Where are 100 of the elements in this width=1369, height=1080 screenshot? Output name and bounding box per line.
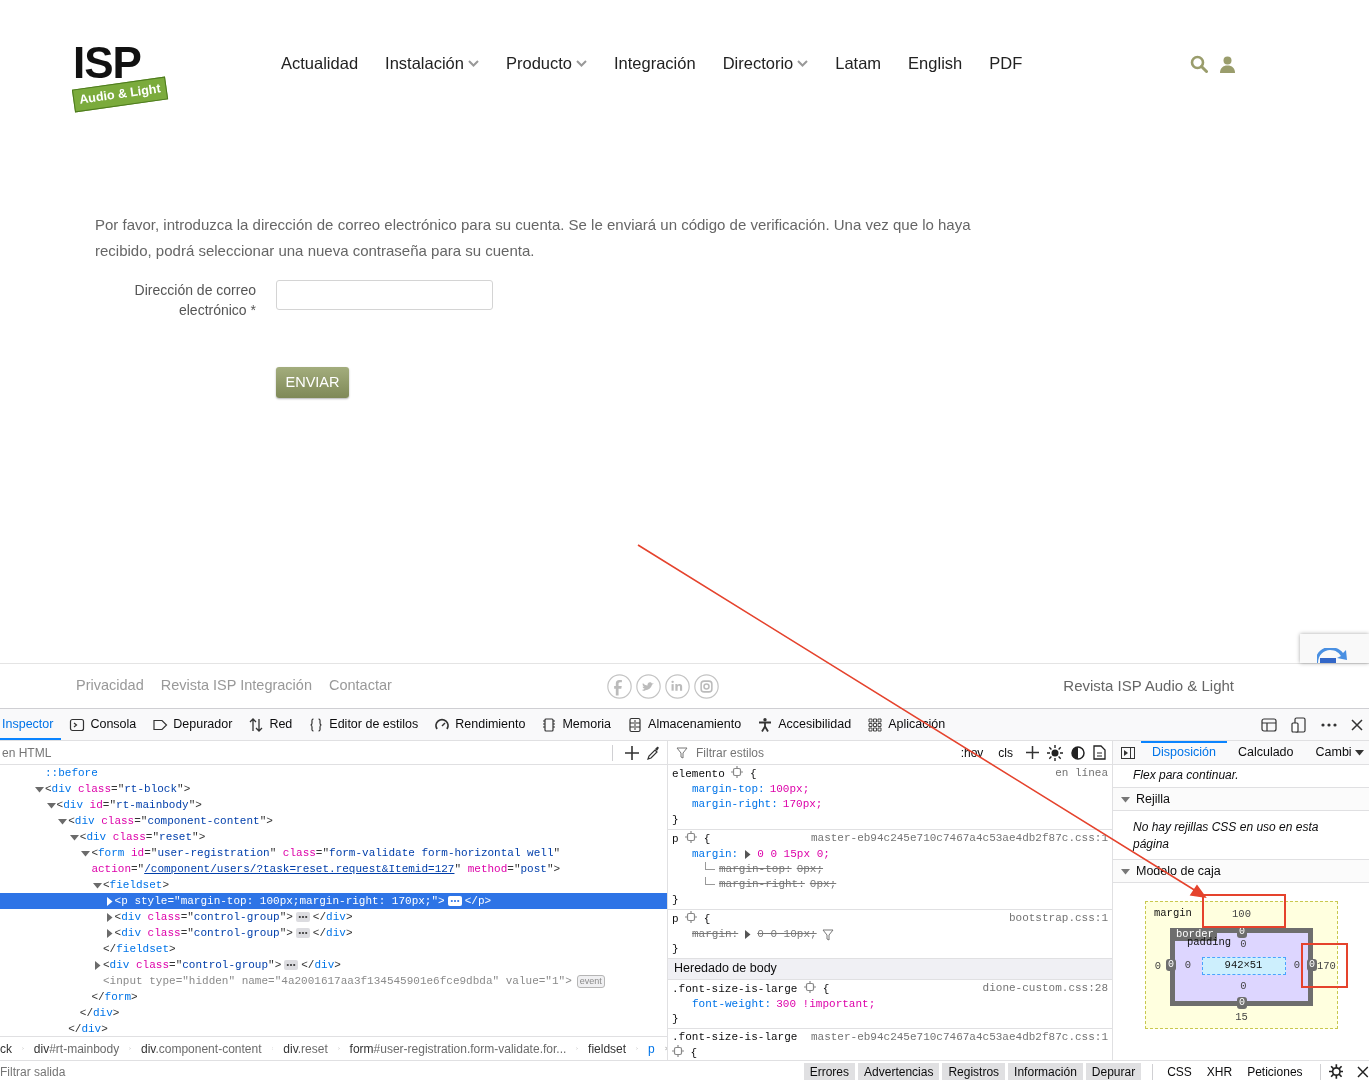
toggle-button[interactable]: cls bbox=[996, 743, 1015, 762]
nav-link[interactable]: Instalación bbox=[385, 51, 464, 76]
css-property[interactable]: margin: bbox=[692, 927, 739, 943]
css-property[interactable]: margin-top: bbox=[719, 862, 792, 878]
source-link[interactable]: en línea bbox=[1055, 766, 1108, 782]
close-icon[interactable] bbox=[1351, 718, 1363, 731]
more-icon[interactable] bbox=[295, 928, 310, 938]
section-title[interactable]: Rejilla bbox=[1136, 789, 1171, 809]
css-selector[interactable]: .font-size-is-large bbox=[672, 1031, 798, 1044]
eyedropper-icon[interactable] bbox=[647, 745, 661, 760]
css-property[interactable]: margin-right: bbox=[719, 877, 805, 893]
close-icon[interactable] bbox=[1357, 1065, 1369, 1078]
breadcrumb[interactable]: form#user-registration.form-validate.for... bbox=[349, 1039, 567, 1058]
triangle-right-icon[interactable] bbox=[743, 930, 753, 940]
css-selector[interactable]: .font-size-is-large bbox=[672, 982, 798, 995]
email-field[interactable] bbox=[276, 280, 493, 310]
document-icon[interactable] bbox=[1093, 745, 1106, 760]
tree-row[interactable]: <div class="control-group"> </div> bbox=[0, 925, 667, 941]
filter-toggle[interactable]: XHR bbox=[1200, 1062, 1239, 1080]
devtools-tab[interactable]: Inspector bbox=[0, 709, 62, 740]
source-link[interactable]: master-eb94c245e710c7467a4c53ae4db2f87c.css:1 bbox=[810, 1030, 1108, 1046]
floating-widget[interactable] bbox=[1300, 634, 1369, 663]
triangle-down-icon[interactable] bbox=[35, 784, 44, 794]
css-value[interactable]: 100px; bbox=[769, 782, 810, 798]
css-property[interactable]: margin-top: bbox=[692, 782, 765, 798]
nav-link[interactable]: PDF bbox=[989, 51, 1023, 76]
tree-row[interactable]: <div class="control-group"> </div> bbox=[0, 957, 667, 973]
nav-link[interactable]: Latam bbox=[835, 51, 882, 76]
triangle-down-icon[interactable] bbox=[1121, 794, 1130, 804]
triangle-down-icon[interactable] bbox=[58, 816, 68, 826]
triangle-down-icon[interactable] bbox=[93, 880, 102, 890]
gear-icon[interactable] bbox=[685, 830, 698, 843]
filter-toggle[interactable]: Registros bbox=[942, 1062, 1006, 1080]
filter-toggle[interactable]: CSS bbox=[1161, 1062, 1198, 1080]
source-link[interactable]: master-eb94c245e710c7467a4c53ae4db2f87c.css:1 bbox=[810, 830, 1108, 846]
breadcrumb[interactable]: div#rt-mainbody bbox=[33, 1039, 120, 1058]
devtools-tab[interactable]: Depurador bbox=[144, 709, 241, 740]
devtools-tab[interactable]: Memoria bbox=[533, 709, 620, 740]
search-field[interactable]: en HTML bbox=[2, 743, 600, 762]
triangle-right-icon[interactable] bbox=[743, 850, 753, 860]
css-value[interactable]: 0px; bbox=[809, 877, 837, 893]
tree-row[interactable]: <fieldset> bbox=[0, 877, 667, 893]
more-icon[interactable] bbox=[295, 912, 310, 922]
triangle-down-icon[interactable] bbox=[1121, 866, 1130, 876]
tree-row[interactable]: <div class="component-content"> bbox=[0, 813, 667, 829]
sidebar-toggle-icon[interactable] bbox=[1121, 746, 1135, 759]
source-link[interactable]: bootstrap.css:1 bbox=[1008, 910, 1108, 927]
chevron-down-icon[interactable] bbox=[576, 59, 587, 67]
breadcrumb[interactable]: div.reset bbox=[283, 1039, 328, 1058]
settings-icon[interactable] bbox=[1328, 1064, 1344, 1079]
tree-row[interactable]: <input type="hidden" name="4a2001617aa3f134545901e6fce9dbda" value="1"> event bbox=[0, 973, 667, 989]
tree-row[interactable]: ::before bbox=[0, 765, 667, 781]
triangle-right-icon[interactable] bbox=[104, 928, 114, 938]
chevron-down-icon[interactable] bbox=[467, 59, 479, 67]
breadcrumb[interactable]: fieldset bbox=[588, 1039, 627, 1058]
nav-link[interactable]: Producto bbox=[505, 51, 572, 76]
tree-row[interactable]: <div class="reset"> bbox=[0, 829, 667, 845]
triangle-down-icon[interactable] bbox=[81, 848, 91, 858]
css-selector[interactable]: elemento bbox=[672, 768, 725, 780]
css-property[interactable]: font-weight: bbox=[692, 996, 772, 1013]
nav-link[interactable]: Directorio bbox=[722, 51, 794, 76]
filter-toggle[interactable]: Errores bbox=[803, 1062, 856, 1080]
gear-icon[interactable] bbox=[804, 980, 817, 993]
breadcrumb[interactable]: p bbox=[647, 1039, 655, 1058]
css-property[interactable]: margin: bbox=[692, 847, 739, 863]
filter-toggle[interactable]: Información bbox=[1008, 1062, 1083, 1080]
panel-tab[interactable]: Calculado bbox=[1226, 741, 1305, 764]
filter-field[interactable]: Filtrar estilos bbox=[696, 743, 951, 762]
filter-toggle[interactable]: Peticiones bbox=[1241, 1062, 1309, 1080]
filter-toggle[interactable]: Advertencias bbox=[858, 1062, 940, 1080]
caret-icon[interactable] bbox=[1354, 749, 1364, 756]
layout-icon[interactable] bbox=[1261, 717, 1277, 732]
more-icon[interactable] bbox=[284, 960, 299, 970]
gear-icon[interactable] bbox=[731, 766, 744, 778]
css-value[interactable]: 0 0 10px; bbox=[757, 927, 817, 943]
devtools-tab[interactable]: Editor de estilos bbox=[300, 709, 427, 740]
css-selector[interactable]: p bbox=[672, 832, 679, 845]
breadcrumb[interactable]: div.component-content bbox=[140, 1039, 262, 1058]
filter-icon[interactable] bbox=[821, 928, 834, 941]
source-link[interactable]: dione-custom.css:28 bbox=[982, 980, 1108, 996]
user-icon[interactable] bbox=[1220, 55, 1235, 73]
css-value[interactable]: 0px; bbox=[796, 862, 824, 878]
devtools-tab[interactable]: Accesibilidad bbox=[749, 709, 860, 740]
gear-icon[interactable] bbox=[672, 1045, 684, 1058]
devtools-tab[interactable]: Rendimiento bbox=[426, 709, 534, 740]
more-icon[interactable] bbox=[1321, 722, 1337, 727]
tree-row[interactable]: <div class="rt-block"> bbox=[0, 781, 667, 797]
css-property[interactable]: margin-right: bbox=[692, 797, 778, 813]
triangle-down-icon[interactable] bbox=[69, 832, 79, 842]
breadcrumb[interactable]: ck bbox=[0, 1039, 12, 1058]
tree-row[interactable]: <form id="user-registration" class="form-validate form-horizontal well" bbox=[0, 845, 667, 861]
css-value[interactable]: 170px; bbox=[782, 797, 823, 813]
nav-link[interactable]: Actualidad bbox=[281, 51, 359, 76]
css-value[interactable]: 0 0 15px 0; bbox=[757, 847, 830, 863]
css-selector[interactable]: p bbox=[672, 912, 679, 925]
nav-link[interactable]: Integración bbox=[614, 51, 696, 76]
css-value[interactable]: 300 !important; bbox=[776, 996, 876, 1013]
tree-row[interactable]: <p style="margin-top: 100px;margin-right: 170px;"> </p> bbox=[0, 893, 667, 909]
triangle-right-icon[interactable] bbox=[93, 960, 102, 970]
panel-tab[interactable]: Disposición bbox=[1141, 741, 1227, 764]
